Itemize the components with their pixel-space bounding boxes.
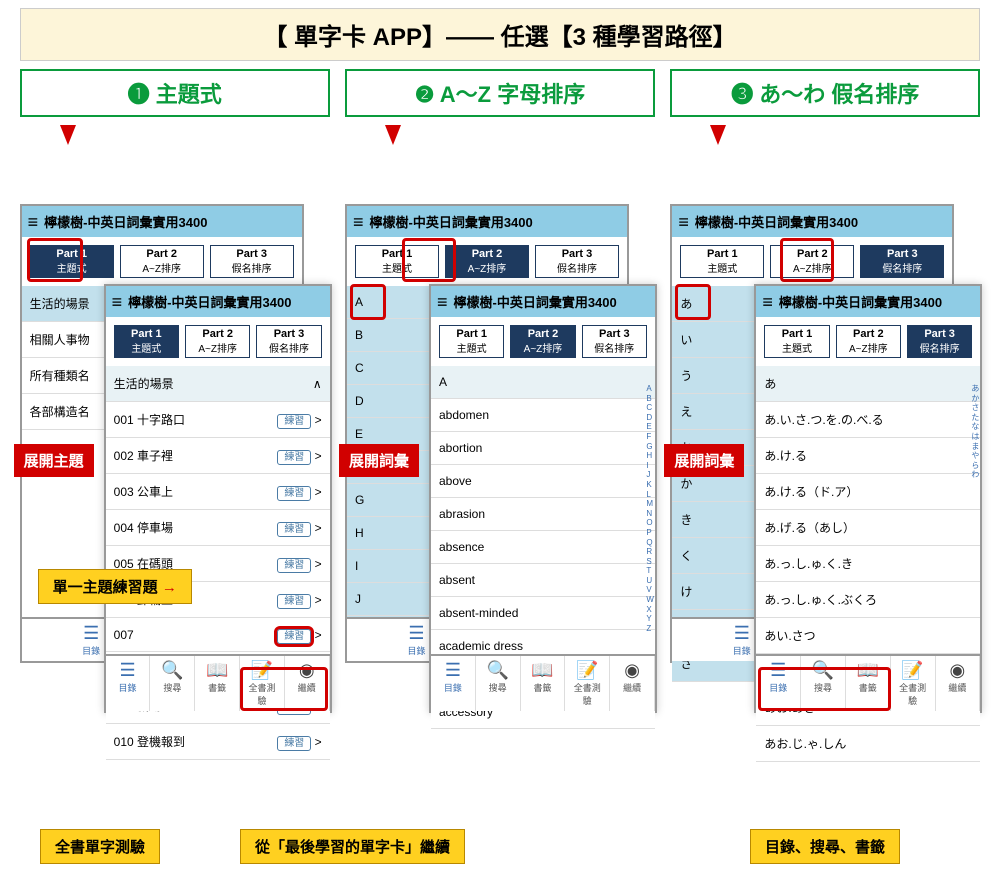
- test-icon: 📝: [244, 660, 280, 681]
- heading-1: ❶ 主題式: [20, 69, 330, 117]
- list-item[interactable]: 007練習 >: [106, 618, 330, 652]
- phone-front-1: ≡檸檬樹-中英日詞彙實用3400 Part 1主題式 Part 2A~Z排序 P…: [104, 284, 332, 713]
- section-header[interactable]: 生活的場景∧: [106, 366, 330, 402]
- arrow-down-icon: [710, 125, 726, 145]
- list-item[interactable]: あ.げ.る（あし）: [756, 510, 980, 546]
- list-item[interactable]: absence: [431, 531, 655, 564]
- arrow-down-icon: [385, 125, 401, 145]
- list-item[interactable]: abdomen: [431, 399, 655, 432]
- list-item[interactable]: above: [431, 465, 655, 498]
- tab-part3[interactable]: Part 3假名排序: [860, 245, 944, 278]
- bookmark-icon: 📖: [199, 660, 235, 681]
- tab-part3[interactable]: Part 3假名排序: [256, 325, 321, 358]
- label-expand-vocab: 展開詞彙: [339, 444, 419, 477]
- list-item[interactable]: 004 停車場練習 >: [106, 510, 330, 546]
- label-single-topic: 單一主題練習題 →: [38, 569, 192, 604]
- list-item[interactable]: 002 車子裡練習 >: [106, 438, 330, 474]
- column-themed: ❶ 主題式 ≡檸檬樹-中英日詞彙實用3400 Part 1主題式 Part 2A…: [20, 69, 330, 829]
- label-expand-vocab: 展開詞彙: [664, 444, 744, 477]
- heading-2: ❷ A～Z 字母排序: [345, 69, 655, 117]
- list-item[interactable]: absent: [431, 564, 655, 597]
- phone-front-3: ≡檸檬樹-中英日詞彙實用3400 Part 1主題式 Part 2A~Z排序 P…: [754, 284, 982, 713]
- tab-part1[interactable]: Part 1主題式: [30, 245, 114, 278]
- continue-icon: ◉: [289, 660, 325, 681]
- tab-part2[interactable]: Part 2A~Z排序: [185, 325, 250, 358]
- label-expand-topic: 展開主題: [14, 444, 94, 477]
- bottom-nav: ☰目錄 🔍搜尋 📖書籤 📝全書測驗 ◉繼續: [106, 654, 330, 711]
- column-kana: ❸ あ～わ 假名排序 ≡檸檬樹-中英日詞彙實用3400 Part 1主題式 Pa…: [670, 69, 980, 829]
- list-item[interactable]: 010 登機報到練習 >: [106, 724, 330, 760]
- search-icon: 🔍: [154, 660, 190, 681]
- tab-part2[interactable]: Part 2A~Z排序: [120, 245, 204, 278]
- list-item[interactable]: あ.い.さ.つ.を.の.べ.る: [756, 402, 980, 438]
- list-icon: ☰: [110, 660, 146, 681]
- tab-part1[interactable]: Part 1主題式: [114, 325, 179, 358]
- list-item[interactable]: あ.け.る: [756, 438, 980, 474]
- alpha-index[interactable]: ABCDEFGHIJKLMNOPQRSTUVWXYZ: [646, 384, 654, 633]
- label-whole-book-test: 全書單字測驗: [40, 829, 160, 864]
- list-item[interactable]: あお.じ.ゃ.しん: [756, 726, 980, 762]
- label-continue: 從「最後學習的單字卡」繼續: [240, 829, 465, 864]
- hamburger-icon[interactable]: ≡: [28, 216, 39, 228]
- list-item[interactable]: 001 十字路口練習 >: [106, 402, 330, 438]
- kana-index[interactable]: あかさたなはまやらわ: [971, 384, 979, 480]
- tab-part2[interactable]: Part 2A~Z排序: [445, 245, 529, 278]
- hamburger-icon[interactable]: ≡: [353, 216, 364, 228]
- tab-part3[interactable]: Part 3假名排序: [210, 245, 294, 278]
- hamburger-icon[interactable]: ≡: [112, 296, 123, 308]
- list-item[interactable]: あ.っ.し.ゅ.く.ぶくろ: [756, 582, 980, 618]
- page-banner: 【 單字卡 APP】—— 任選【3 種學習路徑】: [20, 8, 980, 61]
- column-alphabetic: ❷ A～Z 字母排序 ≡檸檬樹-中英日詞彙實用3400 Part 1主題式 Pa…: [345, 69, 655, 829]
- heading-3: ❸ あ～わ 假名排序: [670, 69, 980, 117]
- list-item[interactable]: abrasion: [431, 498, 655, 531]
- list-item[interactable]: あ.っ.し.ゅ.く.き: [756, 546, 980, 582]
- list-item[interactable]: absent-minded: [431, 597, 655, 630]
- list-item[interactable]: あい.さつ: [756, 618, 980, 654]
- arrow-down-icon: [60, 125, 76, 145]
- list-item[interactable]: abortion: [431, 432, 655, 465]
- phone-front-2: ≡檸檬樹-中英日詞彙實用3400 Part 1主題式 Part 2A~Z排序 P…: [429, 284, 657, 713]
- list-item[interactable]: 003 公車上練習 >: [106, 474, 330, 510]
- list-item[interactable]: あ.け.る（ド.ア）: [756, 474, 980, 510]
- label-toc-search-bookmark: 目錄、搜尋、書籤: [750, 829, 900, 864]
